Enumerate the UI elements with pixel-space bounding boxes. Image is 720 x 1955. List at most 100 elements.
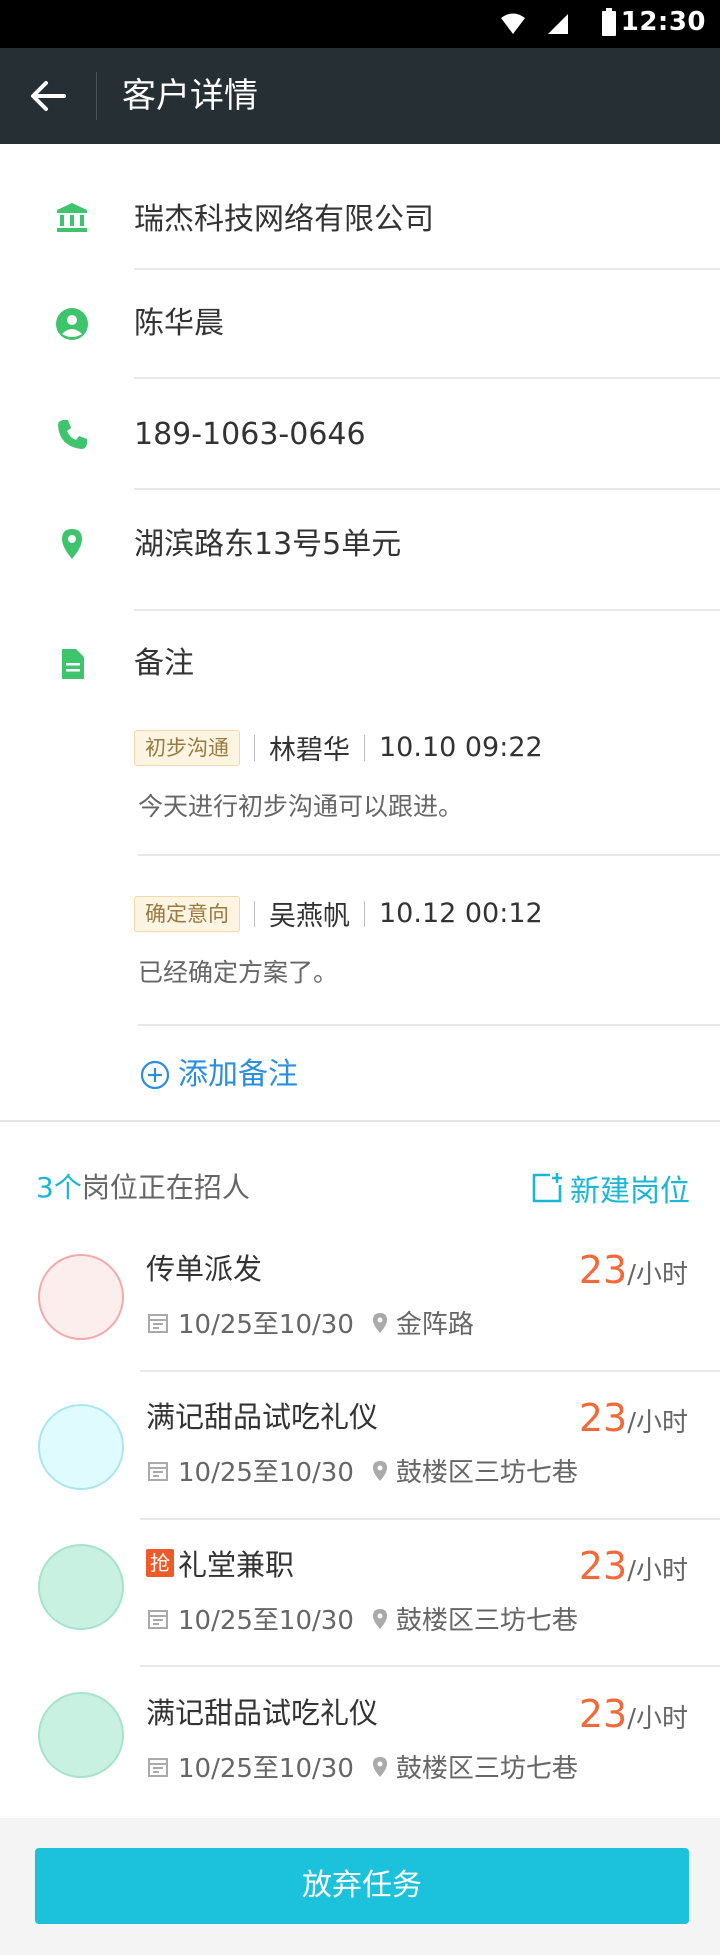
location-pin-icon <box>372 1756 387 1777</box>
divider <box>138 854 720 856</box>
job-avatar <box>38 1254 124 1340</box>
job-salary: 23/小时 <box>579 1544 688 1588</box>
job-name: 抢礼堂兼职 <box>146 1542 294 1584</box>
job-item[interactable]: 抢礼堂兼职 10/25至10/30 鼓楼区三坊七巷 23/小时 <box>0 1532 720 1680</box>
calendar-icon <box>148 1461 168 1481</box>
location-pin-icon <box>372 1312 387 1333</box>
salary-value: 23 <box>578 1396 628 1440</box>
phone-icon <box>58 420 87 449</box>
salary-value: 23 <box>578 1544 628 1588</box>
add-post-icon <box>532 1173 562 1203</box>
job-meta: 10/25至10/30 鼓楼区三坊七巷 <box>146 1748 578 1785</box>
note-tag: 初步沟通 <box>134 729 240 766</box>
note-tag: 确定意向 <box>134 895 240 932</box>
salary-unit: /小时 <box>627 1260 688 1290</box>
status-bar: 12:30 <box>0 0 720 48</box>
back-arrow-icon[interactable] <box>28 76 68 116</box>
jobs-count: 3个 <box>36 1171 82 1204</box>
note-item: 初步沟通 林碧华 10.10 09:22 今天进行初步沟通可以跟进。 <box>134 728 694 823</box>
job-salary: 23/小时 <box>579 1692 688 1736</box>
app-bar: 客户详情 <box>0 48 720 144</box>
address: 湖滨路东13号5单元 <box>134 527 402 562</box>
calendar-icon <box>148 1609 168 1629</box>
divider <box>134 488 720 490</box>
divider <box>140 1665 720 1667</box>
salary-value: 23 <box>578 1692 628 1736</box>
job-name: 传单派发 <box>146 1252 263 1286</box>
bottom-bar: 放弃任务 <box>0 1818 720 1955</box>
clock: 12:30 <box>620 7 706 37</box>
add-note-label: 添加备注 <box>178 1057 298 1092</box>
notes-header: 备注 <box>0 640 720 696</box>
job-meta: 10/25至10/30 鼓楼区三坊七巷 <box>146 1452 578 1489</box>
job-item[interactable]: 传单派发 10/25至10/30 金阵路 23/小时 <box>0 1236 720 1384</box>
divider <box>140 1518 720 1520</box>
new-job-button[interactable]: 新建岗位 <box>530 1166 690 1210</box>
wifi-icon <box>501 13 525 34</box>
job-avatar <box>38 1544 124 1630</box>
job-date: 10/25至10/30 <box>178 1310 354 1340</box>
job-item[interactable]: 满记甜品试吃礼仪 10/25至10/30 鼓楼区三坊七巷 23/小时 <box>0 1680 720 1828</box>
job-location: 鼓楼区三坊七巷 <box>395 1754 578 1784</box>
job-name: 满记甜品试吃礼仪 <box>146 1696 379 1730</box>
job-meta: 10/25至10/30 鼓楼区三坊七巷 <box>146 1600 578 1637</box>
location-pin-icon <box>62 529 82 559</box>
note-item: 确定意向 吴燕帆 10.12 00:12 已经确定方案了。 <box>134 894 694 989</box>
battery-icon <box>602 8 616 36</box>
give-up-task-button[interactable]: 放弃任务 <box>35 1848 689 1924</box>
jobs-count-label: 岗位正在招人 <box>81 1171 250 1204</box>
divider <box>134 268 720 270</box>
note-author: 吴燕帆 <box>269 901 350 932</box>
separator <box>254 900 255 927</box>
signal-icon <box>548 14 568 34</box>
company-name: 瑞杰科技网络有限公司 <box>134 202 434 237</box>
location-pin-icon <box>372 1608 387 1629</box>
job-item[interactable]: 满记甜品试吃礼仪 10/25至10/30 鼓楼区三坊七巷 23/小时 <box>0 1384 720 1532</box>
job-meta: 10/25至10/30 金阵路 <box>146 1304 474 1341</box>
job-date: 10/25至10/30 <box>178 1606 354 1636</box>
note-time: 10.10 09:22 <box>379 732 543 763</box>
address-row: 湖滨路东13号5单元 <box>0 520 720 580</box>
company-row: 瑞杰科技网络有限公司 <box>0 190 720 250</box>
note-text: 今天进行初步沟通可以跟进。 <box>138 792 464 821</box>
app-bar-divider <box>96 72 97 120</box>
job-date: 10/25至10/30 <box>178 1458 354 1488</box>
section-divider <box>0 1120 720 1122</box>
job-location: 鼓楼区三坊七巷 <box>395 1606 578 1636</box>
divider <box>140 1370 720 1372</box>
job-name: 满记甜品试吃礼仪 <box>146 1400 379 1434</box>
note-text: 已经确定方案了。 <box>138 958 339 987</box>
new-job-label: 新建岗位 <box>570 1174 690 1209</box>
separator <box>254 734 255 761</box>
calendar-icon <box>148 1757 168 1777</box>
contact-name: 陈华晨 <box>134 306 224 341</box>
contact-row: 陈华晨 <box>0 300 720 360</box>
phone-row[interactable]: 189-1063-0646 <box>0 410 720 470</box>
add-circle-icon <box>140 1060 170 1090</box>
job-avatar <box>38 1692 124 1778</box>
salary-value: 23 <box>578 1248 628 1292</box>
job-avatar <box>38 1404 124 1490</box>
salary-unit: /小时 <box>627 1704 688 1734</box>
document-icon <box>62 649 84 679</box>
person-icon <box>56 308 88 340</box>
add-note-button[interactable]: 添加备注 <box>140 1055 298 1095</box>
job-date: 10/25至10/30 <box>178 1754 354 1784</box>
note-time: 10.12 00:12 <box>379 898 543 929</box>
notes-label: 备注 <box>134 646 194 681</box>
phone-number[interactable]: 189-1063-0646 <box>134 415 366 455</box>
job-location: 金阵路 <box>395 1310 474 1340</box>
note-author: 林碧华 <box>269 735 350 766</box>
job-salary: 23/小时 <box>579 1396 688 1440</box>
calendar-icon <box>148 1313 168 1333</box>
separator <box>364 734 365 761</box>
salary-unit: /小时 <box>627 1408 688 1438</box>
divider <box>134 609 720 611</box>
grab-badge: 抢 <box>146 1549 174 1577</box>
job-location: 鼓楼区三坊七巷 <box>395 1458 578 1488</box>
page-title: 客户详情 <box>122 76 258 116</box>
salary-unit: /小时 <box>627 1556 688 1586</box>
divider <box>138 1024 720 1026</box>
job-salary: 23/小时 <box>579 1248 688 1292</box>
location-pin-icon <box>372 1460 387 1481</box>
